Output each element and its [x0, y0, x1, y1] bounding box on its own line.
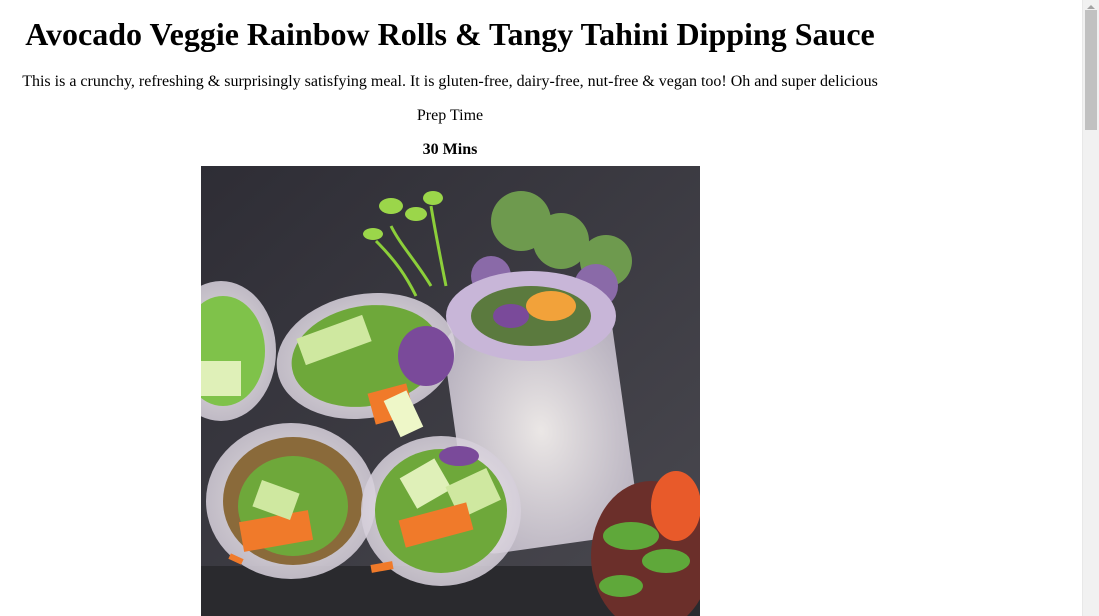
page-viewport: Avocado Veggie Rainbow Rolls & Tangy Tah… [0, 0, 1082, 616]
recipe-description: This is a crunchy, refreshing & surprisi… [22, 73, 878, 90]
recipe-title: Avocado Veggie Rainbow Rolls & Tangy Tah… [25, 16, 875, 52]
prep-time-value: 30 Mins [422, 141, 478, 158]
scrollbar-thumb[interactable] [1085, 10, 1097, 130]
recipe-content: Avocado Veggie Rainbow Rolls & Tangy Tah… [0, 0, 900, 159]
vertical-scrollbar[interactable] [1082, 0, 1099, 616]
recipe-photo [201, 166, 700, 616]
prep-time-label: Prep Time [416, 107, 484, 124]
